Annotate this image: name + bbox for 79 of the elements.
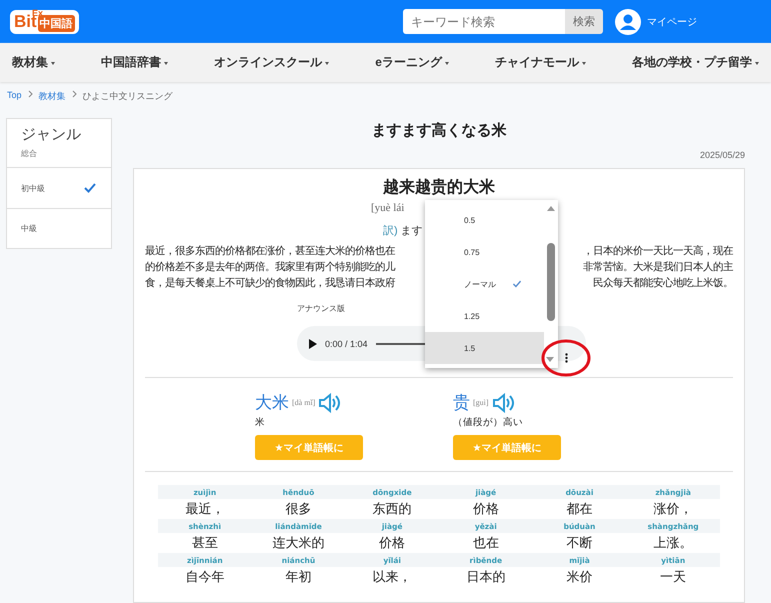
vocab-word: 大米 — [255, 392, 289, 414]
nav-menu-item[interactable]: チャイナモール — [494, 54, 586, 71]
word-cell-text: 涨价， — [652, 500, 694, 518]
nav-menu-item[interactable]: オンラインスクール — [214, 54, 330, 71]
nav-menu-item[interactable]: 各地の学校・プチ留学 — [632, 54, 759, 71]
vocab-pinyin: [guì] — [473, 398, 489, 407]
vocab-meaning: 米 — [255, 416, 266, 429]
caret-icon — [164, 60, 168, 64]
vocab-word: 贵 — [453, 392, 470, 414]
nav-menu-item[interactable]: 中国語辞書 — [101, 54, 168, 71]
word-cell-text: 以来， — [372, 568, 413, 586]
paragraph-text: 非常苦恼。大米是我们日本人的主 — [583, 261, 733, 275]
panel-title: ジャンル — [21, 125, 82, 144]
genre-item[interactable]: 初中級 — [7, 168, 111, 208]
audio-label: アナウンス版 — [297, 303, 345, 314]
caret-icon — [582, 60, 586, 64]
word-cell-text: 很多 — [284, 500, 312, 518]
speed-option[interactable]: ノーマル — [425, 268, 544, 300]
dropdown-arrow-icon — [546, 357, 554, 362]
breadcrumb-current: ひよこ中文リスニング — [82, 90, 173, 103]
translation-toggle[interactable]: 訳) — [383, 223, 398, 238]
article-date: 2025/05/29 — [698, 150, 745, 160]
paragraph-text: 的价格差不多是去年的两倍。我家里有两个特别能吃的儿 — [145, 261, 395, 275]
translation-text: ます — [400, 224, 423, 238]
highlight-circle — [541, 339, 591, 377]
avatar-icon — [615, 8, 641, 34]
word-cell-text: 都在 — [565, 500, 594, 518]
word-cell-text: 连大米的 — [271, 534, 326, 552]
breadcrumb-link[interactable]: Top — [7, 90, 22, 103]
speaker-icon[interactable] — [492, 392, 514, 414]
paragraph-text: 食，是每天餐桌上不可缺少的食物因此，我恳请日本政府 — [145, 277, 395, 291]
caret-icon — [325, 60, 330, 64]
caret-icon — [51, 60, 55, 64]
word-cell-text: 价格 — [472, 500, 500, 518]
more-options-icon[interactable] — [565, 353, 568, 363]
play-icon[interactable] — [309, 338, 317, 348]
search-field[interactable]: キーワード検索 — [403, 9, 565, 34]
word-cell-text: 自今年 — [184, 568, 226, 586]
audio-time: 0:00 / 1:04 — [325, 338, 368, 348]
word-cell-text: 东西的 — [372, 500, 413, 518]
speed-option[interactable]: 1.25 — [425, 300, 544, 332]
speed-option[interactable]: 0.75 — [425, 236, 544, 268]
paragraph-text: 最近，很多东西的价格都在涨价，甚至连大米的价格也在 — [145, 245, 395, 259]
caret-icon — [755, 60, 759, 64]
account-link[interactable]: マイページ — [615, 8, 697, 34]
scrollbar-thumb[interactable] — [547, 243, 555, 321]
vocab-pinyin: [dà mǐ] — [292, 398, 316, 407]
word-cell-text: 一天 — [659, 568, 688, 586]
speed-option[interactable]: 0.5 — [425, 204, 544, 236]
chevron-icon — [28, 90, 33, 98]
word-cell-text: 不断 — [565, 534, 594, 552]
paragraph-text: 民众每天都能安心地吃上米饭。 — [593, 277, 733, 291]
genre-item[interactable]: 中級 — [7, 208, 111, 248]
account-label: マイページ — [647, 16, 697, 28]
breadcrumb-link[interactable]: 教材集 — [38, 90, 66, 103]
search-button[interactable]: 検索 — [565, 9, 603, 34]
vocab-meaning: （値段が）高い — [453, 416, 524, 429]
logo-text: 中国語 — [38, 14, 75, 32]
chevron-icon — [72, 90, 77, 98]
speed-option[interactable]: 1.5 — [425, 332, 544, 364]
scroll-up-icon[interactable] — [547, 206, 555, 211]
word-cell-text: 年初 — [284, 568, 312, 586]
check-icon — [83, 181, 97, 195]
word-cell-text: 最近， — [184, 500, 226, 518]
word-cell-text: 米价 — [565, 568, 594, 586]
panel-subtitle: 総合 — [21, 148, 38, 159]
word-cell-text: 也在 — [472, 534, 500, 552]
speaker-icon[interactable] — [318, 392, 340, 414]
article-title: ますます高くなる米 — [370, 121, 508, 140]
nav-menu-item[interactable]: eラーニング — [375, 54, 449, 71]
nav-menu-item[interactable]: 教材集 — [12, 54, 55, 71]
word-cell-text: 上涨。 — [652, 534, 694, 552]
word-cell-text: 甚至 — [190, 534, 219, 552]
pinyin-text: [yuè lái — [371, 202, 404, 214]
chinese-title: 越来越贵的大米 — [383, 177, 495, 198]
caret-icon — [444, 60, 449, 64]
paragraph-text: ，日本的米价一天比一天高，现在 — [583, 245, 733, 259]
word-cell-text: 日本的 — [465, 568, 506, 586]
word-cell-text: 价格 — [378, 534, 406, 552]
